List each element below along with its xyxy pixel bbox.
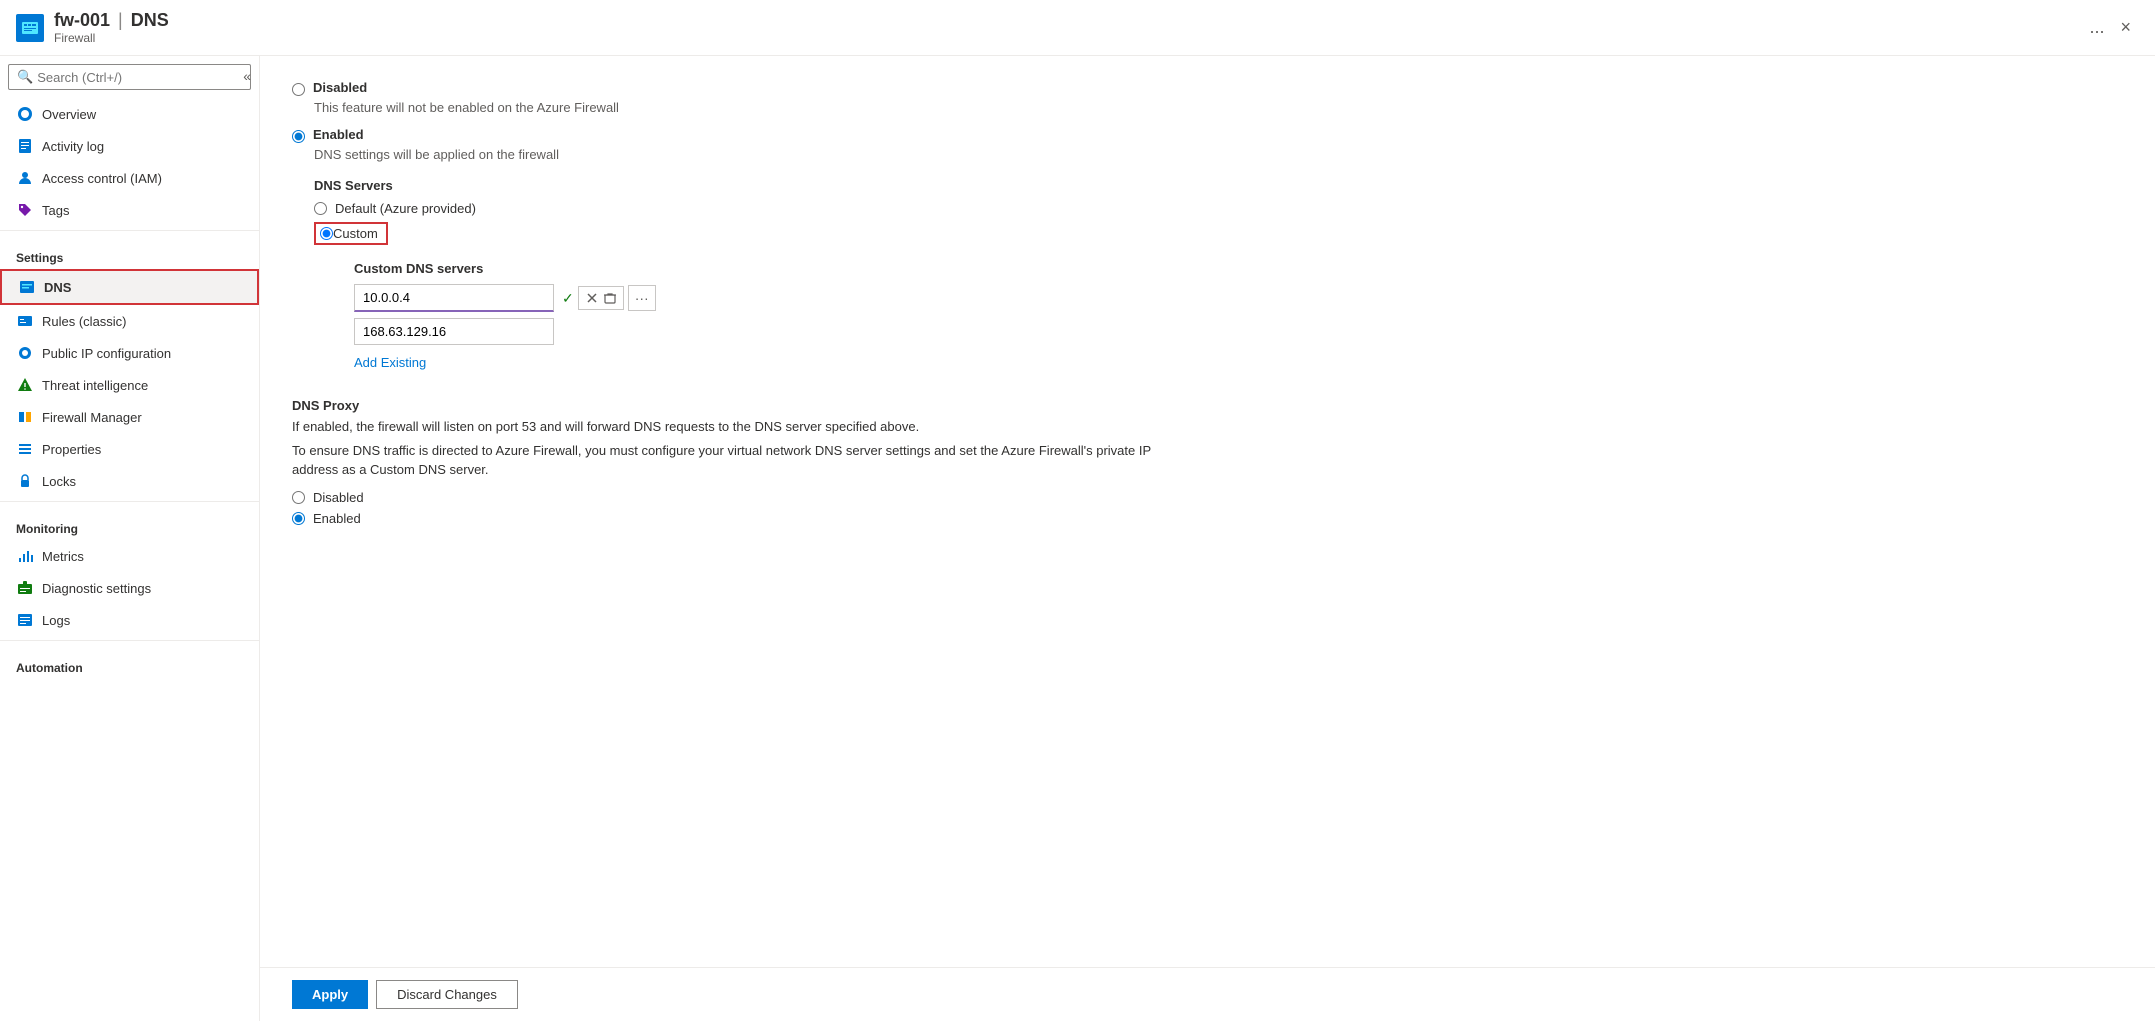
custom-radio-highlight: Custom (314, 222, 388, 245)
sidebar-item-iam[interactable]: Access control (IAM) (0, 162, 259, 194)
sidebar-item-dns[interactable]: DNS (0, 269, 259, 305)
search-icon: 🔍 (17, 69, 33, 85)
public-ip-icon (16, 344, 34, 362)
dns-servers-section: DNS Servers Default (Azure provided) Cus… (314, 178, 1192, 370)
add-existing-link[interactable]: Add Existing (354, 355, 426, 370)
disabled-desc: This feature will not be enabled on the … (314, 100, 1192, 115)
disabled-label[interactable]: Disabled (313, 80, 367, 95)
settings-section-label: Settings (0, 235, 259, 269)
page-title: fw-001 | DNS (54, 10, 2081, 31)
disabled-option: Disabled (292, 80, 1192, 96)
activity-log-icon (16, 137, 34, 155)
custom-dns-label[interactable]: Custom (333, 226, 378, 241)
dns-icon (18, 278, 36, 296)
sidebar-item-properties[interactable]: Properties (0, 433, 259, 465)
overview-icon (16, 105, 34, 123)
dns-proxy-desc-2: To ensure DNS traffic is directed to Azu… (292, 441, 1192, 480)
iam-icon (16, 169, 34, 187)
default-dns-radio[interactable] (314, 202, 327, 215)
proxy-disabled-label[interactable]: Disabled (313, 490, 364, 505)
dns-proxy-section: DNS Proxy If enabled, the firewall will … (292, 398, 1192, 526)
enabled-label[interactable]: Enabled (313, 127, 364, 142)
dns-proxy-title: DNS Proxy (292, 398, 1192, 413)
page-subtitle: Firewall (54, 31, 2081, 45)
properties-icon (16, 440, 34, 458)
default-dns-label[interactable]: Default (Azure provided) (335, 201, 476, 216)
enabled-desc: DNS settings will be applied on the fire… (314, 147, 1192, 162)
proxy-enabled-option: Enabled (292, 511, 1192, 526)
custom-dns-radio[interactable] (320, 227, 333, 240)
sidebar: 🔍 « Overview Activity log Ac (0, 56, 260, 1021)
proxy-disabled-option: Disabled (292, 490, 1192, 505)
custom-dns-servers-label: Custom DNS servers (354, 261, 1192, 276)
proxy-enabled-radio[interactable] (292, 512, 305, 525)
sidebar-item-logs[interactable]: Logs (0, 604, 259, 636)
sidebar-item-tags[interactable]: Tags (0, 194, 259, 226)
disabled-radio-group: Disabled This feature will not be enable… (292, 80, 1192, 115)
dns-entry-input-1[interactable] (354, 284, 554, 312)
footer-bar: Apply Discard Changes (260, 967, 2155, 1021)
delete-icon (603, 291, 617, 305)
apply-button[interactable]: Apply (292, 980, 368, 1009)
dns-proxy-desc-1: If enabled, the firewall will listen on … (292, 417, 1192, 437)
resource-icon (16, 14, 44, 42)
firewall-manager-icon (16, 408, 34, 426)
sidebar-item-locks[interactable]: Locks (0, 465, 259, 497)
sidebar-item-public-ip[interactable]: Public IP configuration (0, 337, 259, 369)
search-input[interactable] (37, 70, 242, 85)
dns-form-section: Disabled This feature will not be enable… (292, 80, 1192, 526)
sidebar-item-threat-intel[interactable]: Threat intelligence (0, 369, 259, 401)
collapse-sidebar-button[interactable]: « (235, 64, 259, 88)
dns-servers-label: DNS Servers (314, 178, 1192, 193)
dns-entry-delete-button[interactable] (578, 286, 624, 310)
sidebar-item-activity-log[interactable]: Activity log (0, 130, 259, 162)
locks-icon (16, 472, 34, 490)
top-bar: fw-001 | DNS Firewall ... × (0, 0, 2155, 56)
logs-icon (16, 611, 34, 629)
sidebar-item-rules-classic[interactable]: Rules (classic) (0, 305, 259, 337)
enabled-radio-group: Enabled DNS settings will be applied on … (292, 127, 1192, 162)
proxy-enabled-label[interactable]: Enabled (313, 511, 361, 526)
enabled-radio[interactable] (292, 130, 305, 143)
dns-entry-row-2 (354, 318, 1192, 345)
custom-dns-option-row: Custom (314, 222, 1192, 245)
threat-icon (16, 376, 34, 394)
proxy-disabled-radio[interactable] (292, 491, 305, 504)
dns-entry-check-icon: ✓ (562, 290, 574, 307)
metrics-icon (16, 547, 34, 565)
custom-dns-servers-section: Custom DNS servers ✓ ··· (354, 261, 1192, 370)
title-block: fw-001 | DNS Firewall (54, 10, 2081, 45)
dns-entry-input-2[interactable] (354, 318, 554, 345)
tags-icon (16, 201, 34, 219)
disabled-radio[interactable] (292, 83, 305, 96)
dns-entry-more-button[interactable]: ··· (628, 285, 656, 311)
sidebar-item-firewall-manager[interactable]: Firewall Manager (0, 401, 259, 433)
sidebar-item-diagnostic[interactable]: Diagnostic settings (0, 572, 259, 604)
close-button[interactable]: × (2112, 13, 2139, 42)
default-dns-option: Default (Azure provided) (314, 201, 1192, 216)
dns-entry-row-1: ✓ ··· (354, 284, 1192, 312)
diagnostic-icon (16, 579, 34, 597)
sidebar-item-overview[interactable]: Overview (0, 98, 259, 130)
rules-icon (16, 312, 34, 330)
search-box[interactable]: 🔍 (8, 64, 251, 90)
more-options-button[interactable]: ... (2081, 13, 2112, 42)
sidebar-scroll: Overview Activity log Access control (IA… (0, 98, 259, 1021)
discard-button[interactable]: Discard Changes (376, 980, 518, 1009)
enabled-option: Enabled (292, 127, 1192, 143)
content-area: Disabled This feature will not be enable… (260, 56, 2155, 1021)
content-scroll: Disabled This feature will not be enable… (260, 56, 2155, 967)
monitoring-section-label: Monitoring (0, 506, 259, 540)
automation-section-label: Automation (0, 645, 259, 679)
sidebar-item-metrics[interactable]: Metrics (0, 540, 259, 572)
